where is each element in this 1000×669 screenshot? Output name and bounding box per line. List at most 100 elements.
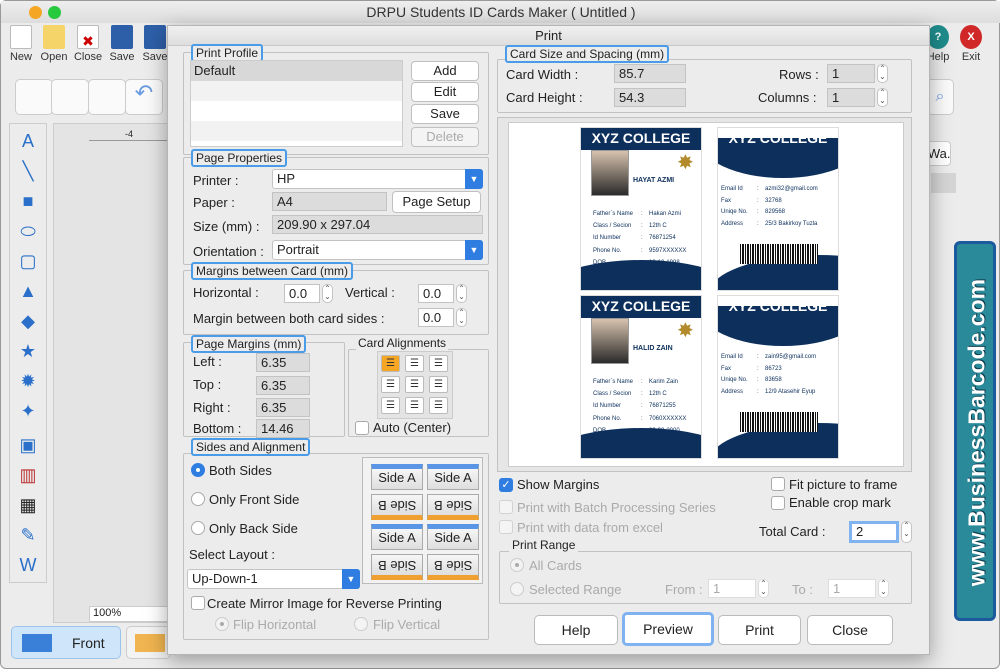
- signature-tool-icon[interactable]: ✎: [15, 522, 41, 548]
- top-margin-field[interactable]: 6.35: [256, 376, 310, 395]
- maximize-button[interactable]: [48, 6, 61, 19]
- help-dialog-button[interactable]: Help: [534, 615, 618, 645]
- library-tool-icon[interactable]: ▥: [15, 462, 41, 488]
- card-width-field[interactable]: 85.7: [614, 64, 686, 83]
- both-sides-stepper[interactable]: ⌃ ⌄: [456, 308, 467, 327]
- rows-field[interactable]: 1: [827, 64, 875, 83]
- burst-tool-icon[interactable]: ✹: [15, 368, 41, 394]
- rectangle-tool-icon[interactable]: ■: [15, 188, 41, 214]
- excel-data-checkbox[interactable]: [499, 520, 513, 534]
- to-field[interactable]: 1: [828, 579, 876, 598]
- selected-range-radio[interactable]: [510, 582, 524, 596]
- toolbar-open-button[interactable]: Open: [37, 25, 71, 63]
- align-bottom-right-button[interactable]: ☰: [429, 397, 448, 414]
- bottom-margin-field[interactable]: 14.46: [256, 419, 310, 438]
- only-back-side-radio[interactable]: [191, 521, 205, 535]
- side-b-cell: Side B: [371, 494, 423, 520]
- print-button[interactable]: Print: [718, 615, 801, 645]
- tab-front[interactable]: Front: [11, 626, 121, 659]
- profile-list-item[interactable]: Default: [191, 61, 402, 81]
- exit-button[interactable]: X Exit: [956, 25, 986, 63]
- page-setup-button[interactable]: Page Setup: [392, 191, 481, 213]
- mirror-image-checkbox[interactable]: [191, 596, 205, 610]
- align-top-left-button[interactable]: ☰: [381, 355, 400, 372]
- watermark-tool-icon[interactable]: W: [15, 552, 41, 578]
- auto-center-checkbox[interactable]: [355, 421, 369, 435]
- zoom-button[interactable]: ⌕: [926, 79, 954, 115]
- from-stepper[interactable]: ⌃ ⌄: [758, 579, 769, 598]
- new-file-icon: [10, 25, 32, 49]
- cross-star-tool-icon[interactable]: ✦: [15, 398, 41, 424]
- image-tool-button[interactable]: [51, 79, 89, 115]
- tab-back[interactable]: [126, 626, 171, 659]
- all-cards-radio[interactable]: [510, 558, 524, 572]
- toolbar-save-button[interactable]: Save: [105, 25, 139, 63]
- orientation-value: Portrait: [277, 242, 319, 257]
- undo-icon: ↶: [134, 80, 154, 105]
- card-field-row: Father`s Name: Karim Zain: [593, 376, 686, 388]
- rows-stepper[interactable]: ⌃ ⌄: [877, 64, 888, 83]
- ellipse-tool-icon[interactable]: ⬭: [15, 218, 41, 244]
- batch-processing-checkbox[interactable]: [499, 500, 513, 514]
- align-bottom-center-button[interactable]: ☰: [405, 397, 424, 414]
- field-value: 12th C: [649, 223, 667, 230]
- triangle-tool-icon[interactable]: ▲: [15, 278, 41, 304]
- delete-profile-button[interactable]: Delete: [411, 127, 479, 147]
- only-front-side-radio[interactable]: [191, 492, 205, 506]
- zoom-field[interactable]: 100%: [89, 606, 169, 622]
- add-profile-button[interactable]: Add: [411, 61, 479, 81]
- image-tool-icon[interactable]: ▣: [15, 432, 41, 458]
- text-tool-icon[interactable]: A: [15, 128, 41, 154]
- align-middle-center-button[interactable]: ☰: [405, 376, 424, 393]
- horizontal-stepper[interactable]: ⌃ ⌄: [322, 284, 333, 303]
- toolbar-close-button[interactable]: ✖ Close: [71, 25, 105, 63]
- card-height-field[interactable]: 54.3: [614, 88, 686, 107]
- columns-stepper[interactable]: ⌃ ⌄: [877, 88, 888, 107]
- vertical-margin-field[interactable]: 0.0: [418, 284, 454, 303]
- printer-select[interactable]: HP ▼: [272, 169, 483, 189]
- flip-horizontal-radio[interactable]: [215, 617, 229, 631]
- layout-select[interactable]: Up-Down-1 ▼: [187, 569, 360, 589]
- minimize-button[interactable]: [29, 6, 42, 19]
- both-sides-radio[interactable]: [191, 463, 205, 477]
- right-margin-field[interactable]: 6.35: [256, 398, 310, 417]
- align-top-right-button[interactable]: ☰: [429, 355, 448, 372]
- align-middle-left-button[interactable]: ☰: [381, 376, 400, 393]
- undo-button[interactable]: ↶: [125, 79, 163, 115]
- left-margin-field[interactable]: 6.35: [256, 353, 310, 372]
- batch-processing-label: Print with Batch Processing Series: [517, 500, 716, 515]
- fit-picture-checkbox[interactable]: [771, 477, 785, 491]
- rounded-rectangle-tool-icon[interactable]: ▢: [15, 248, 41, 274]
- document-tool-button[interactable]: [15, 79, 53, 115]
- from-field[interactable]: 1: [708, 579, 756, 598]
- total-card-field[interactable]: 2: [849, 521, 899, 543]
- toolbar-label: Open: [40, 51, 68, 63]
- show-margins-checkbox[interactable]: ✓: [499, 478, 513, 492]
- save-profile-button[interactable]: Save: [411, 104, 479, 124]
- profile-list[interactable]: Default: [190, 60, 403, 147]
- toolbar-new-button[interactable]: New: [4, 25, 38, 63]
- total-card-stepper[interactable]: ⌃ ⌄: [901, 521, 912, 543]
- export-tool-button[interactable]: [88, 79, 126, 115]
- columns-field[interactable]: 1: [827, 88, 875, 107]
- preview-button[interactable]: Preview: [622, 612, 714, 646]
- both-sides-margin-field[interactable]: 0.0: [418, 308, 454, 327]
- crop-mark-checkbox[interactable]: [771, 496, 785, 510]
- line-tool-icon[interactable]: ╲: [15, 158, 41, 184]
- align-bottom-left-button[interactable]: ☰: [381, 397, 400, 414]
- field-label: Email Id: [721, 186, 743, 192]
- show-margins-label: Show Margins: [517, 477, 600, 492]
- close-dialog-button[interactable]: Close: [807, 615, 893, 645]
- to-stepper[interactable]: ⌃ ⌄: [878, 579, 889, 598]
- horizontal-margin-field[interactable]: 0.0: [284, 284, 320, 303]
- flip-vertical-radio[interactable]: [354, 617, 368, 631]
- diamond-tool-icon[interactable]: ◆: [15, 308, 41, 334]
- barcode-tool-icon[interactable]: ▦: [15, 492, 41, 518]
- align-top-center-button[interactable]: ☰: [405, 355, 424, 372]
- align-middle-right-button[interactable]: ☰: [429, 376, 448, 393]
- orientation-select[interactable]: Portrait ▼: [272, 240, 483, 260]
- vertical-stepper[interactable]: ⌃ ⌄: [456, 284, 467, 303]
- star-tool-icon[interactable]: ★: [15, 338, 41, 364]
- edit-profile-button[interactable]: Edit: [411, 82, 479, 102]
- vertical-label: Vertical :: [345, 285, 395, 300]
